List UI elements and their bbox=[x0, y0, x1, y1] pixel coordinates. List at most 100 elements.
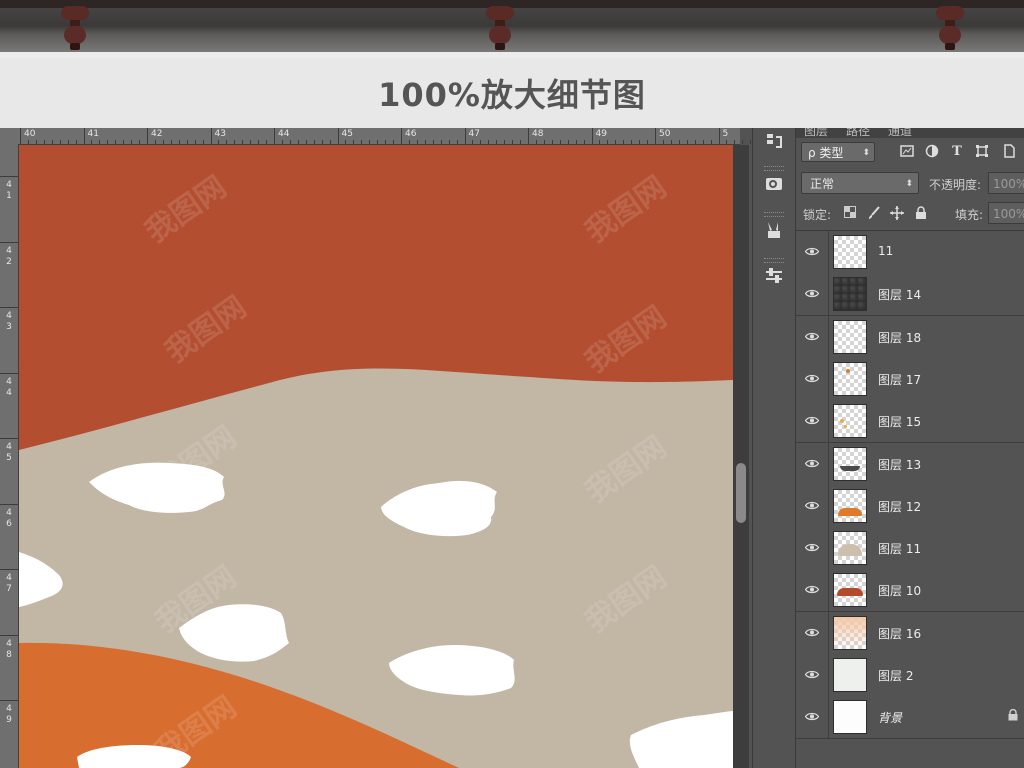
ruler-tick bbox=[0, 503, 18, 505]
ruler-tick bbox=[528, 128, 529, 144]
ruler-label: 1 bbox=[6, 191, 12, 201]
smart-object-filter-icon[interactable] bbox=[1001, 144, 1017, 160]
layer-name[interactable]: 图层 15 bbox=[878, 413, 921, 430]
tab-channels[interactable]: 通道 bbox=[888, 128, 912, 138]
filter-kind-select[interactable]: ρ 类型 ⬍ bbox=[801, 142, 875, 162]
lock-pixels-icon[interactable] bbox=[866, 206, 882, 222]
layer-row[interactable]: 图层 16 bbox=[796, 611, 1024, 655]
ruler-label: 4 bbox=[6, 704, 12, 714]
tab-paths[interactable]: 路径 bbox=[846, 128, 870, 138]
ruler-label: 5 bbox=[6, 453, 12, 463]
layer-name[interactable]: 图层 2 bbox=[878, 667, 913, 684]
layer-name[interactable]: 图层 14 bbox=[878, 286, 921, 303]
brush-presets-icon[interactable] bbox=[761, 220, 787, 246]
ruler-label: 41 bbox=[87, 129, 99, 139]
layer-row[interactable]: 图层 12 bbox=[796, 484, 1024, 528]
ruler-label: 4 bbox=[6, 387, 12, 398]
layer-thumbnail[interactable] bbox=[833, 319, 867, 354]
visibility-toggle[interactable] bbox=[796, 400, 829, 443]
panel-grip[interactable] bbox=[764, 258, 784, 263]
fill-input[interactable]: 100% bbox=[988, 202, 1024, 224]
layer-row[interactable]: 11 bbox=[796, 231, 1024, 274]
adjustments-icon[interactable] bbox=[761, 266, 787, 292]
layer-thumbnail[interactable] bbox=[833, 277, 867, 312]
layer-name[interactable]: 图层 11 bbox=[878, 540, 921, 557]
visibility-toggle[interactable] bbox=[796, 611, 829, 654]
visibility-toggle[interactable] bbox=[796, 654, 829, 696]
layer-thumbnail[interactable] bbox=[833, 446, 867, 481]
eye-icon bbox=[805, 417, 819, 425]
layer-name[interactable]: 背景 bbox=[878, 709, 902, 726]
lock-transparent-icon[interactable] bbox=[842, 206, 858, 222]
visibility-toggle[interactable] bbox=[796, 357, 829, 400]
document-canvas[interactable]: 我图网 我图网 我图网 我图网 我图网 我图网 我图网 我图网 我图网 bbox=[19, 145, 733, 768]
opacity-input[interactable]: 100% bbox=[988, 172, 1024, 194]
ruler-tick bbox=[718, 128, 720, 144]
layer-row[interactable]: 图层 18 bbox=[796, 315, 1024, 359]
vertical-scrollbar[interactable] bbox=[733, 145, 749, 768]
ruler-tick bbox=[0, 372, 18, 374]
shape-filter-icon[interactable] bbox=[974, 144, 990, 160]
color-swatches-icon[interactable] bbox=[761, 174, 787, 200]
layer-thumbnail[interactable] bbox=[833, 361, 867, 396]
updown-arrow-icon: ⬍ bbox=[862, 148, 870, 158]
layer-name[interactable]: 图层 10 bbox=[878, 582, 921, 599]
ruler-tick bbox=[655, 128, 656, 144]
history-icon[interactable] bbox=[761, 132, 787, 158]
layer-name[interactable]: 11 bbox=[878, 244, 893, 258]
ruler-label: 50 bbox=[659, 129, 671, 139]
panel-grip[interactable] bbox=[764, 166, 784, 171]
visibility-toggle[interactable] bbox=[796, 231, 829, 273]
visibility-toggle[interactable] bbox=[796, 569, 829, 612]
layer-name[interactable]: 图层 13 bbox=[878, 456, 921, 473]
eye-icon bbox=[805, 290, 819, 298]
layer-row[interactable]: 图层 14 bbox=[796, 273, 1024, 317]
layer-thumbnail[interactable] bbox=[833, 531, 867, 566]
pixel-filter-icon[interactable] bbox=[899, 144, 915, 160]
lock-all-icon[interactable] bbox=[913, 206, 929, 222]
ruler-tick bbox=[274, 128, 275, 144]
blend-mode-select[interactable]: 正常 ⬍ bbox=[801, 172, 919, 194]
adjustment-filter-icon[interactable] bbox=[924, 144, 940, 160]
photoshop-workspace: 40 41 42 43 44 45 46 47 48 49 50 5 4142434445464748… bbox=[0, 128, 1024, 768]
layer-thumbnail[interactable] bbox=[833, 658, 867, 692]
layer-name[interactable]: 图层 18 bbox=[878, 329, 921, 346]
visibility-toggle[interactable] bbox=[796, 484, 829, 527]
layer-row[interactable]: 图层 2 bbox=[796, 654, 1024, 697]
layer-thumbnail[interactable] bbox=[833, 488, 867, 523]
ruler-label: 46 bbox=[405, 129, 417, 139]
opacity-label: 不透明度: bbox=[929, 178, 982, 192]
horizontal-ruler: 40 41 42 43 44 45 46 47 48 49 50 5 bbox=[0, 128, 776, 145]
ruler-label: 45 bbox=[341, 129, 353, 139]
layer-thumbnail[interactable] bbox=[833, 404, 867, 439]
layer-thumbnail[interactable] bbox=[833, 700, 867, 735]
lock-position-icon[interactable] bbox=[889, 206, 905, 222]
visibility-toggle[interactable] bbox=[796, 696, 829, 739]
visibility-toggle[interactable] bbox=[796, 273, 829, 316]
layer-name[interactable]: 图层 16 bbox=[878, 625, 921, 642]
layer-row[interactable]: 背景 bbox=[796, 696, 1024, 740]
ruler-label: 4 bbox=[6, 638, 12, 649]
layer-thumbnail[interactable] bbox=[833, 615, 867, 650]
eye-icon bbox=[805, 586, 819, 594]
layer-row[interactable]: 图层 13 bbox=[796, 442, 1024, 486]
layer-thumbnail[interactable] bbox=[833, 573, 867, 608]
layer-name[interactable]: 图层 12 bbox=[878, 498, 921, 515]
layer-name[interactable]: 图层 17 bbox=[878, 371, 921, 388]
visibility-toggle[interactable] bbox=[796, 315, 829, 358]
layer-row[interactable]: 图层 10 bbox=[796, 569, 1024, 613]
sofa-leg bbox=[58, 0, 92, 52]
visibility-toggle[interactable] bbox=[796, 527, 829, 570]
tab-layers[interactable]: 图层 bbox=[804, 128, 828, 138]
ruler-tick bbox=[0, 700, 18, 701]
layer-row[interactable]: 图层 11 bbox=[796, 527, 1024, 571]
visibility-toggle[interactable] bbox=[796, 442, 829, 485]
type-filter-icon[interactable]: T bbox=[949, 144, 965, 160]
layer-thumbnail[interactable] bbox=[833, 235, 867, 269]
sofa-leg bbox=[483, 0, 517, 52]
scrollbar-thumb[interactable] bbox=[736, 463, 746, 523]
panel-grip[interactable] bbox=[764, 212, 784, 217]
layer-row[interactable]: 图层 17 bbox=[796, 357, 1024, 401]
ruler-tick bbox=[0, 241, 18, 243]
layer-row[interactable]: 图层 15 bbox=[796, 400, 1024, 444]
